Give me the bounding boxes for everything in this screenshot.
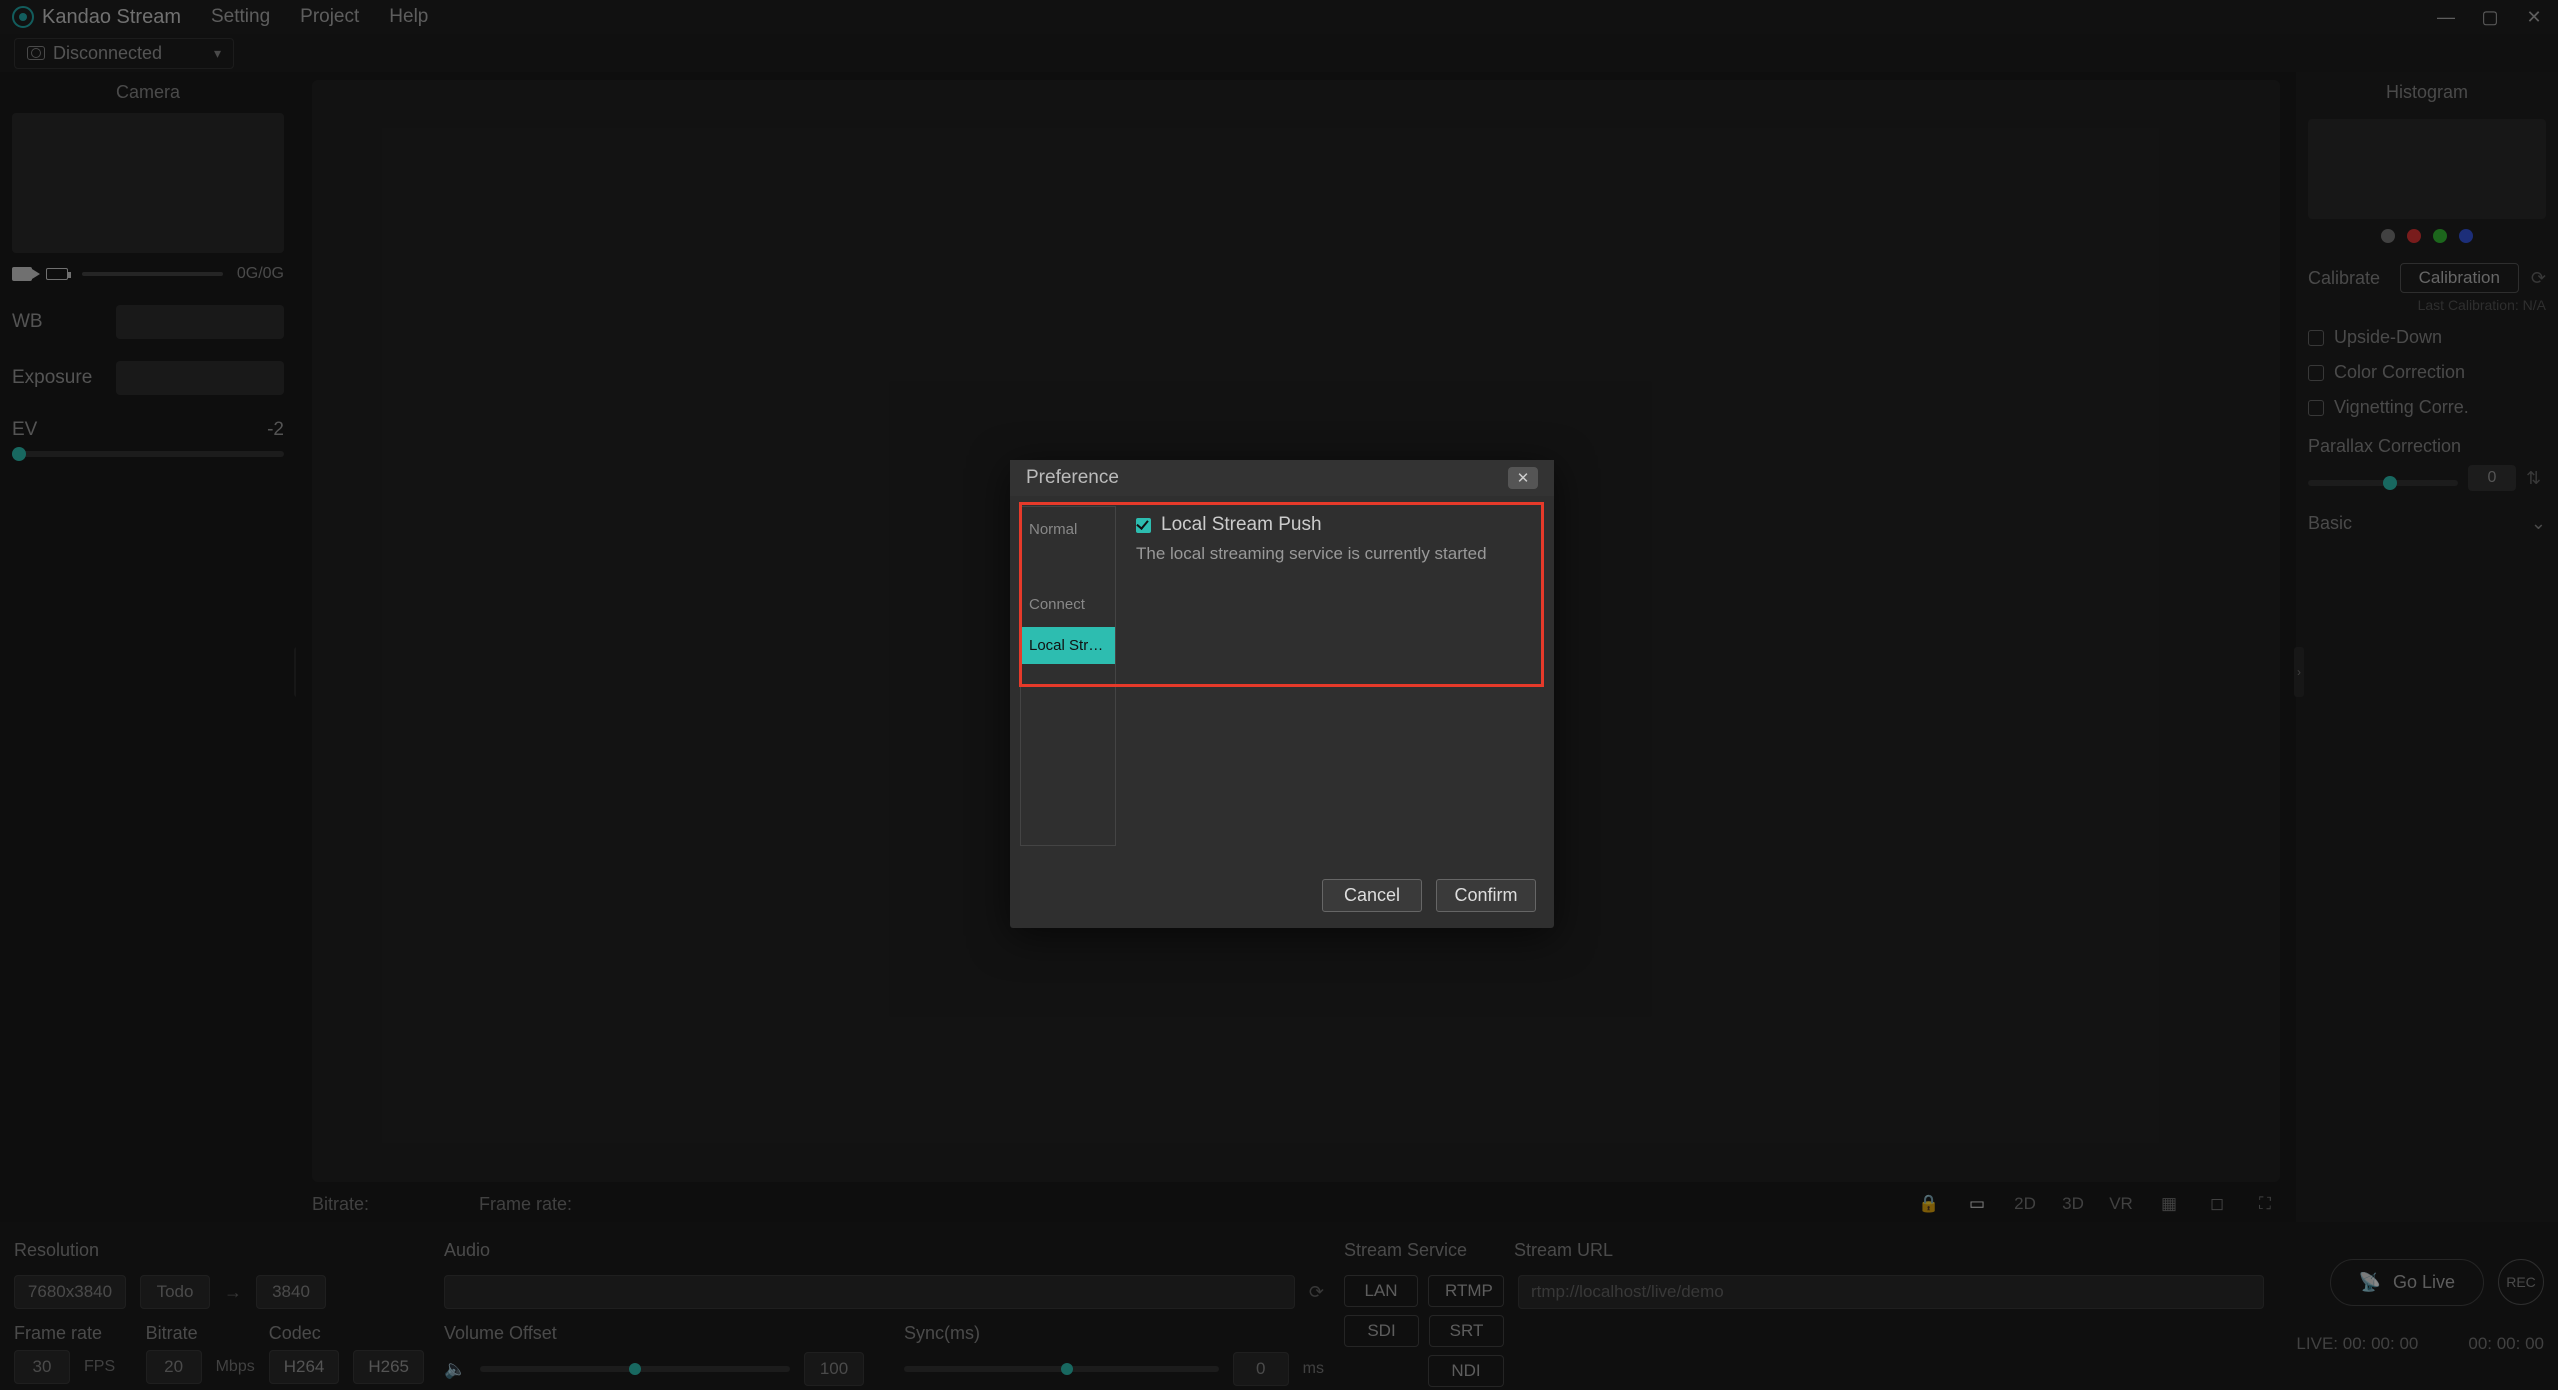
dialog-content: Local Stream Push The local streaming se…	[1116, 496, 1554, 856]
confirm-button[interactable]: Confirm	[1436, 879, 1536, 912]
local-stream-push-label: Local Stream Push	[1161, 514, 1322, 536]
dialog-sidebar: Normal Connect Local Stream ...	[1020, 506, 1116, 846]
dialog-close-button[interactable]: ✕	[1508, 467, 1538, 489]
cancel-button[interactable]: Cancel	[1322, 879, 1422, 912]
modal-overlay: Preference ✕ Normal Connect Local Stream…	[0, 0, 2558, 1390]
dialog-title: Preference	[1026, 467, 1119, 489]
preference-dialog: Preference ✕ Normal Connect Local Stream…	[1010, 460, 1554, 928]
sidebar-cat-connect[interactable]: Connect	[1021, 582, 1115, 627]
sidebar-cat-normal[interactable]: Normal	[1021, 507, 1115, 552]
checkbox-checked-icon	[1136, 518, 1151, 533]
local-stream-desc: The local streaming service is currently…	[1136, 544, 1534, 564]
local-stream-push-checkbox[interactable]: Local Stream Push	[1136, 514, 1534, 536]
sidebar-item-local-stream[interactable]: Local Stream ...	[1021, 627, 1115, 664]
